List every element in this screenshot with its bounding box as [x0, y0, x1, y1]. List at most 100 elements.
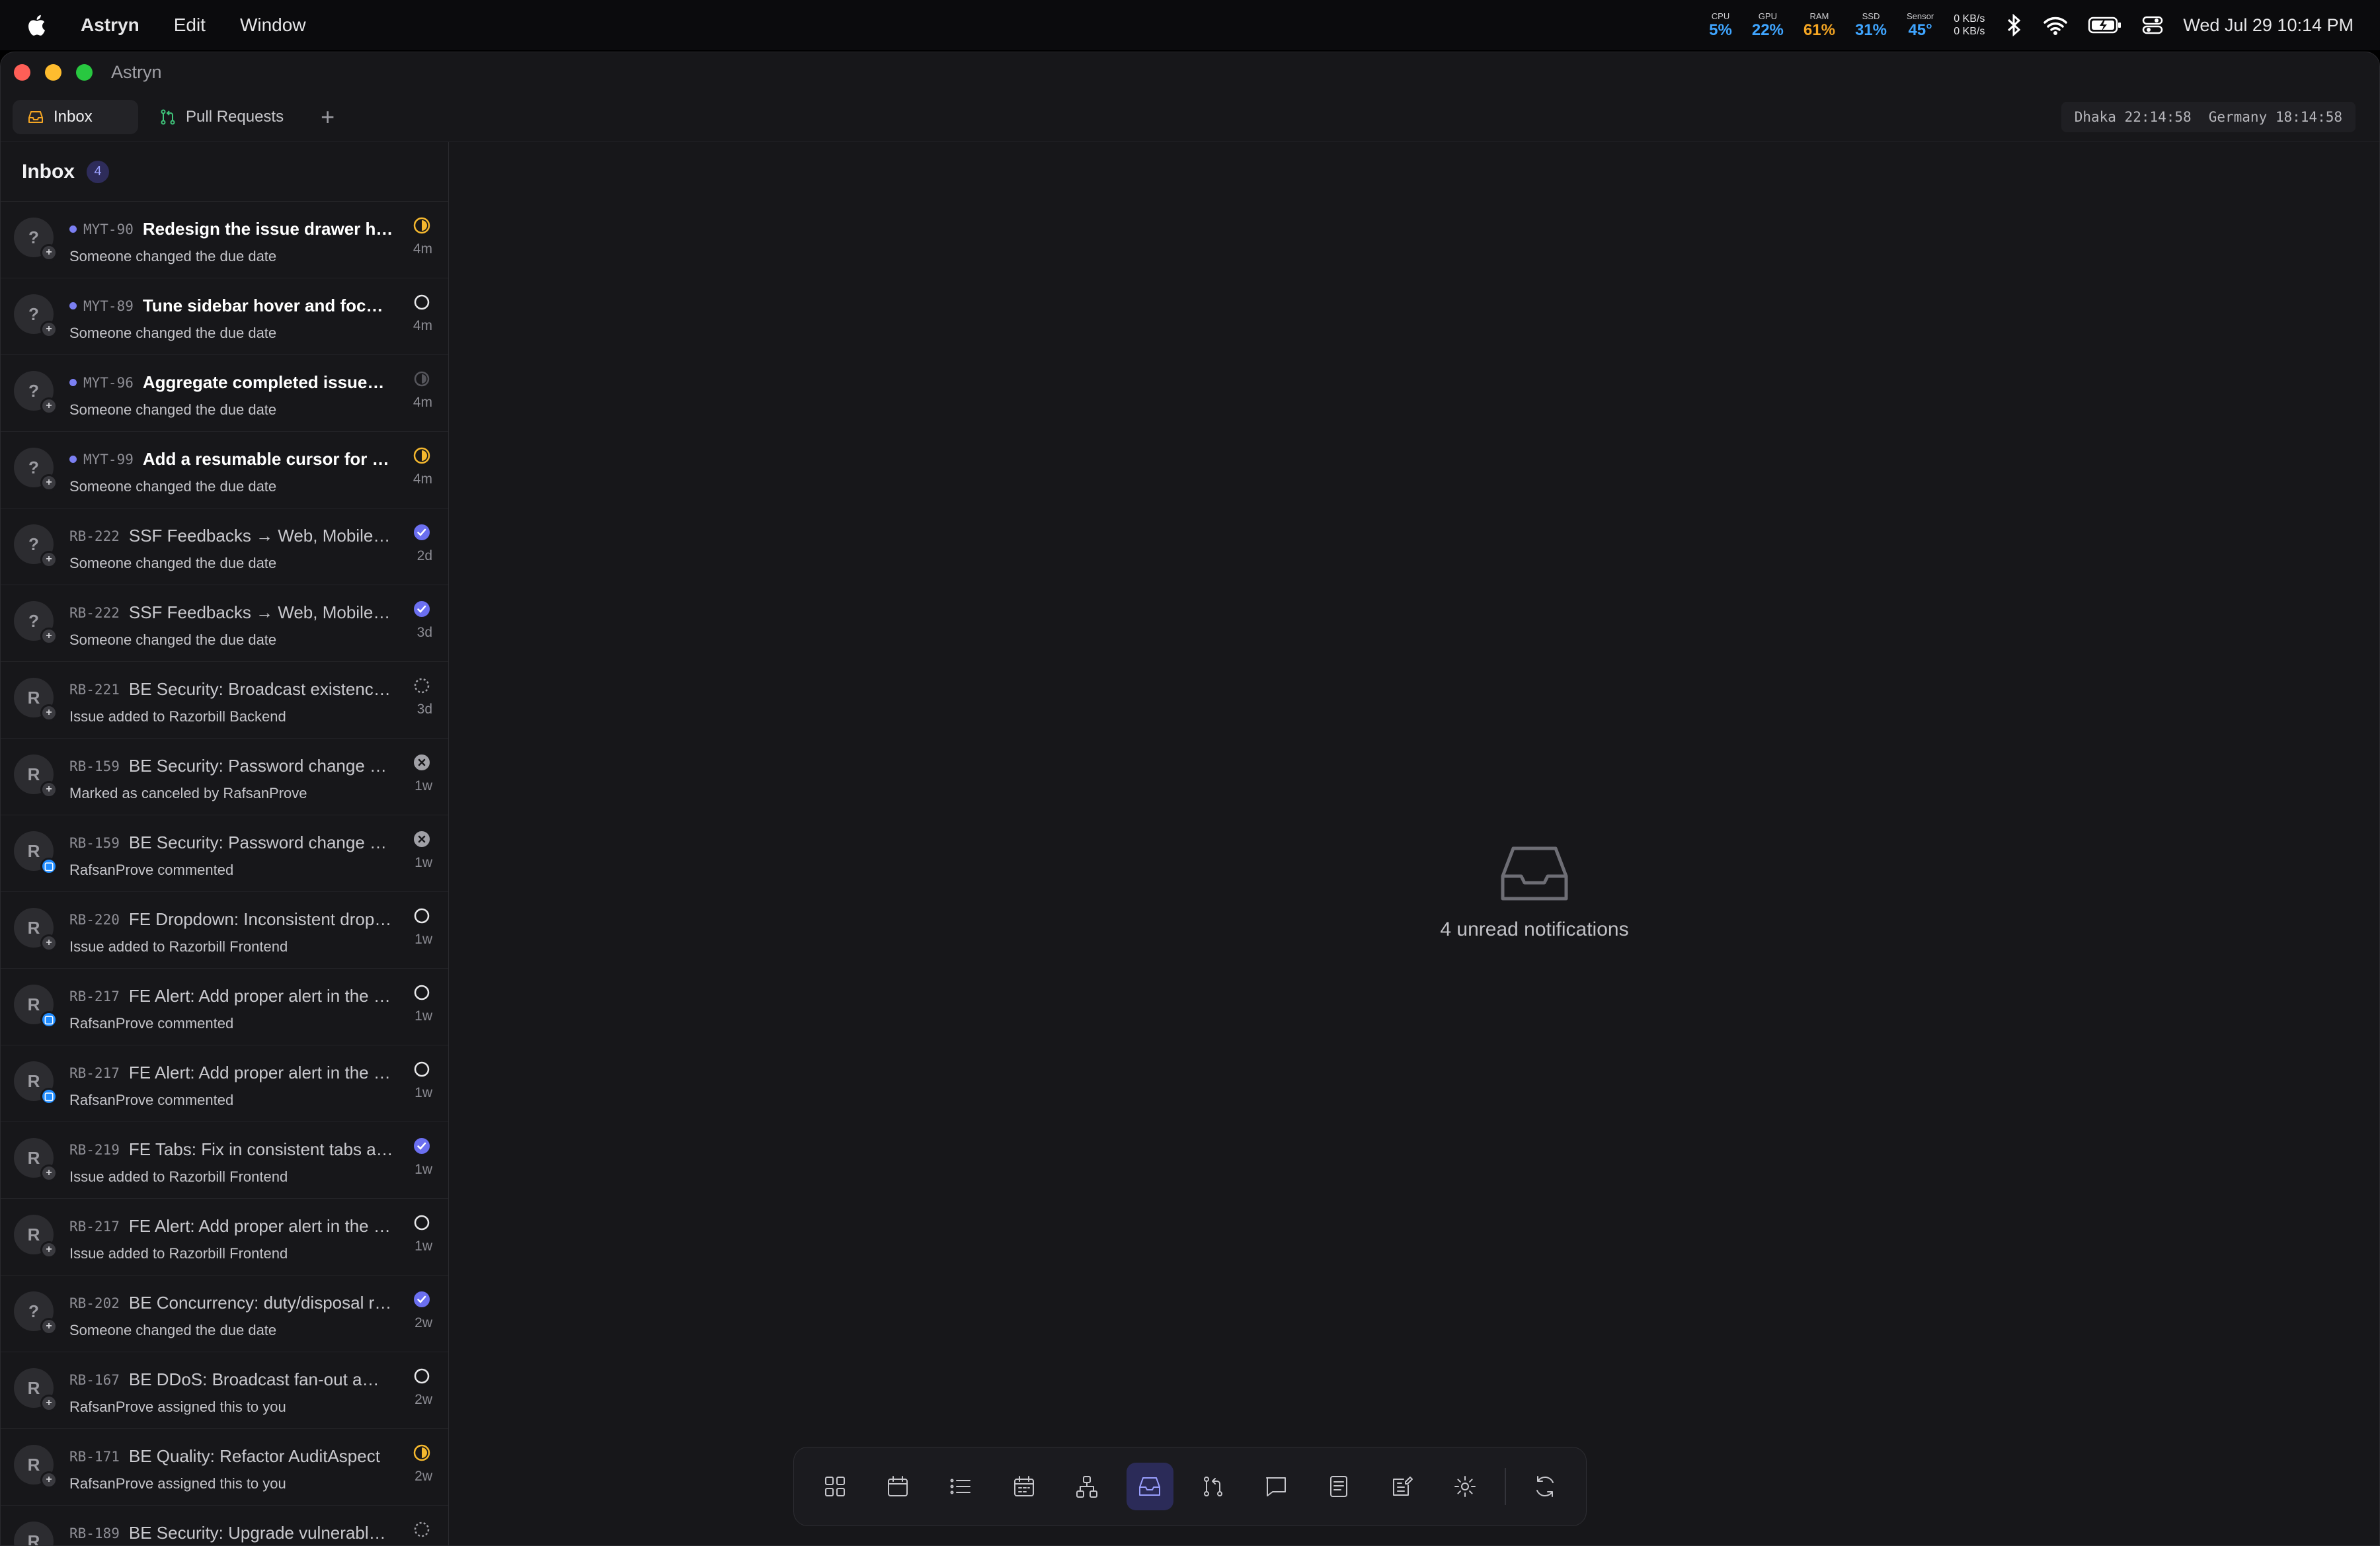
notification-row[interactable]: R + RB-171 BE Quality: Refactor AuditAspect… [1, 1429, 448, 1506]
issue-title: FE Alert: Add proper alert in the app [128, 1063, 393, 1082]
issue-key: MYT-89 [83, 298, 134, 314]
bluetooth-icon[interactable] [2004, 14, 2023, 36]
network-stat[interactable]: 0 KB/s 0 KB/s [1954, 13, 1985, 38]
dock-chat-button[interactable] [1252, 1463, 1299, 1510]
issue-title: Aggregate completed issues by cycle [142, 372, 393, 392]
avatar-initial: ? [28, 534, 39, 554]
menubar-datetime[interactable]: Wed Jul 29 10:14 PM [2183, 15, 2354, 36]
dock-grid-button[interactable] [811, 1463, 858, 1510]
dock-list-button[interactable] [937, 1463, 984, 1510]
notification-row[interactable]: R + RB-220 FE Dropdown: Inconsistent dropdo… [1, 892, 448, 969]
ssd-stat[interactable]: SSD 31% [1855, 12, 1887, 38]
battery-icon[interactable] [2088, 16, 2122, 34]
issue-title: BE Security: Password change does not re… [128, 756, 393, 776]
bottom-dock [793, 1447, 1587, 1526]
notification-row[interactable]: R ▢ RB-217 FE Alert: Add proper alert in th… [1, 969, 448, 1045]
list-icon [950, 1479, 971, 1494]
control-center-icon[interactable] [2142, 15, 2163, 35]
menu-app-name[interactable]: Astryn [81, 15, 139, 36]
minimize-window-button[interactable] [45, 63, 61, 81]
notification-row[interactable]: R + RB-219 FE Tabs: Fix in consistent tabs … [1, 1122, 448, 1199]
notification-row[interactable]: ?+ MYT-96 Aggregate completed issues by cy… [1, 355, 448, 432]
avatar: R+ [14, 754, 58, 798]
avatar: R+ [14, 1368, 58, 1412]
notification-row[interactable]: R + RB-221 BE Security: Broadcast existence… [1, 662, 448, 739]
dock-calendar-days-button[interactable] [1000, 1463, 1047, 1510]
issue-title: BE Concurrency: duty/disposal race [128, 1293, 393, 1313]
issue-title: FE Alert: Add proper alert in the app [128, 986, 393, 1006]
dock-edit-note-button[interactable] [1378, 1463, 1425, 1510]
zoom-window-button[interactable] [76, 63, 93, 81]
inbox-icon [1139, 1477, 1161, 1496]
dock-inbox-button[interactable] [1126, 1463, 1173, 1510]
notification-row[interactable]: R ▢ RB-217 FE Alert: Add proper alert in th… [1, 1045, 448, 1122]
gpu-stat[interactable]: GPU 22% [1752, 12, 1784, 38]
notification-row[interactable]: R+ RB-189 BE Security: Upgrade vulnerable … [1, 1506, 448, 1545]
tab-pull-requests-label: Pull Requests [186, 107, 284, 126]
dock-calendar-button[interactable] [874, 1463, 921, 1510]
notification-subtitle: RafsanProve assigned this to you [69, 1475, 286, 1492]
inbox-title: Inbox [22, 160, 75, 183]
status-todo-icon [413, 1060, 431, 1078]
new-tab-button[interactable]: + [321, 104, 335, 129]
issue-title: FE Dropdown: Inconsistent dropdown style… [128, 909, 393, 929]
menu-window[interactable]: Window [240, 15, 306, 36]
notification-subtitle: RafsanProve commented [69, 1092, 234, 1108]
clock-dhaka: Dhaka 22:14:58 [2074, 109, 2192, 125]
tab-inbox-label: Inbox [54, 107, 93, 126]
notification-row[interactable]: ?+ RB-222 SSF Feedbacks → Web, Mobile & Ad… [1, 509, 448, 585]
dock-git-pull-request-button[interactable] [1189, 1463, 1236, 1510]
plus-icon: + [40, 781, 58, 798]
notification-age: 4m [413, 241, 432, 257]
ram-label: RAM [1809, 11, 1829, 21]
notification-row[interactable]: ?+ RB-222 SSF Feedbacks → Web, Mobile & Ad… [1, 585, 448, 662]
notification-row[interactable]: R▢ RB-159 BE Security: Password change doe… [1, 815, 448, 892]
sensor-label: Sensor [1907, 11, 1934, 21]
notification-row[interactable]: R + RB-167 BE DDoS: Broadcast fan-out ampli… [1, 1352, 448, 1429]
plus-icon: + [40, 1471, 58, 1488]
notification-row[interactable]: R+ RB-159 BE Security: Password change doe… [1, 739, 448, 815]
notification-row[interactable]: ?+ MYT-99 Add a resumable cursor for inbox… [1, 432, 448, 509]
tab-pull-requests[interactable]: Pull Requests [145, 100, 298, 134]
status-todo-icon [413, 907, 431, 925]
cpu-value: 5% [1709, 21, 1732, 39]
status-backlog-icon [413, 1520, 431, 1539]
notification-title-line: RB-217 FE Alert: Add proper alert in the … [69, 1063, 393, 1083]
cpu-stat[interactable]: CPU 5% [1709, 12, 1732, 38]
notification-row[interactable]: ? + RB-202 BE Concurrency: duty/disposal ra… [1, 1276, 448, 1352]
notification-title-line: RB-159 BE Security: Password change does … [69, 833, 393, 853]
dock-document-button[interactable] [1316, 1463, 1363, 1510]
notification-subtitle: Someone changed the due date [69, 401, 277, 418]
menu-edit[interactable]: Edit [174, 15, 206, 36]
tab-inbox[interactable]: Inbox [13, 99, 138, 134]
ram-stat[interactable]: RAM 61% [1804, 12, 1835, 38]
empty-state-message: 4 unread notifications [1440, 918, 1629, 940]
avatar-initial: R [27, 840, 40, 861]
notification-row[interactable]: ?+ MYT-89 Tune sidebar hover and focus sta… [1, 278, 448, 355]
apple-logo-icon[interactable] [26, 14, 46, 36]
notification-age: 1w [415, 1239, 432, 1254]
issue-key: MYT-96 [83, 374, 134, 391]
close-window-button[interactable] [14, 63, 30, 81]
dock-refresh-button[interactable] [1522, 1463, 1569, 1510]
settings-icon [1454, 1476, 1476, 1497]
dock-hierarchy-button[interactable] [1063, 1463, 1110, 1510]
calendar-days-icon [1013, 1476, 1034, 1496]
sensor-stat[interactable]: Sensor 45° [1907, 12, 1934, 38]
issue-key: RB-220 [69, 911, 120, 928]
dock-settings-button[interactable] [1441, 1463, 1488, 1510]
plus-icon: + [40, 1395, 58, 1412]
avatar: R ▢ [14, 985, 58, 1028]
sensor-value: 45° [1908, 21, 1932, 39]
inbox-header: Inbox 4 [1, 142, 448, 202]
notification-row[interactable]: R + RB-217 FE Alert: Add proper alert in th… [1, 1199, 448, 1276]
issue-title: BE Security: Broadcast existence leak [128, 679, 393, 699]
issue-key: RB-219 [69, 1141, 120, 1158]
hierarchy-icon [1076, 1476, 1097, 1498]
notification-age: 1w [415, 1162, 432, 1177]
avatar-initial: ? [28, 380, 39, 401]
notification-row[interactable]: ?+ MYT-90 Redesign the issue drawer header… [1, 202, 448, 278]
wifi-icon[interactable] [2043, 15, 2068, 35]
notification-age: 1w [415, 1008, 432, 1024]
notification-age: 1w [415, 1085, 432, 1100]
